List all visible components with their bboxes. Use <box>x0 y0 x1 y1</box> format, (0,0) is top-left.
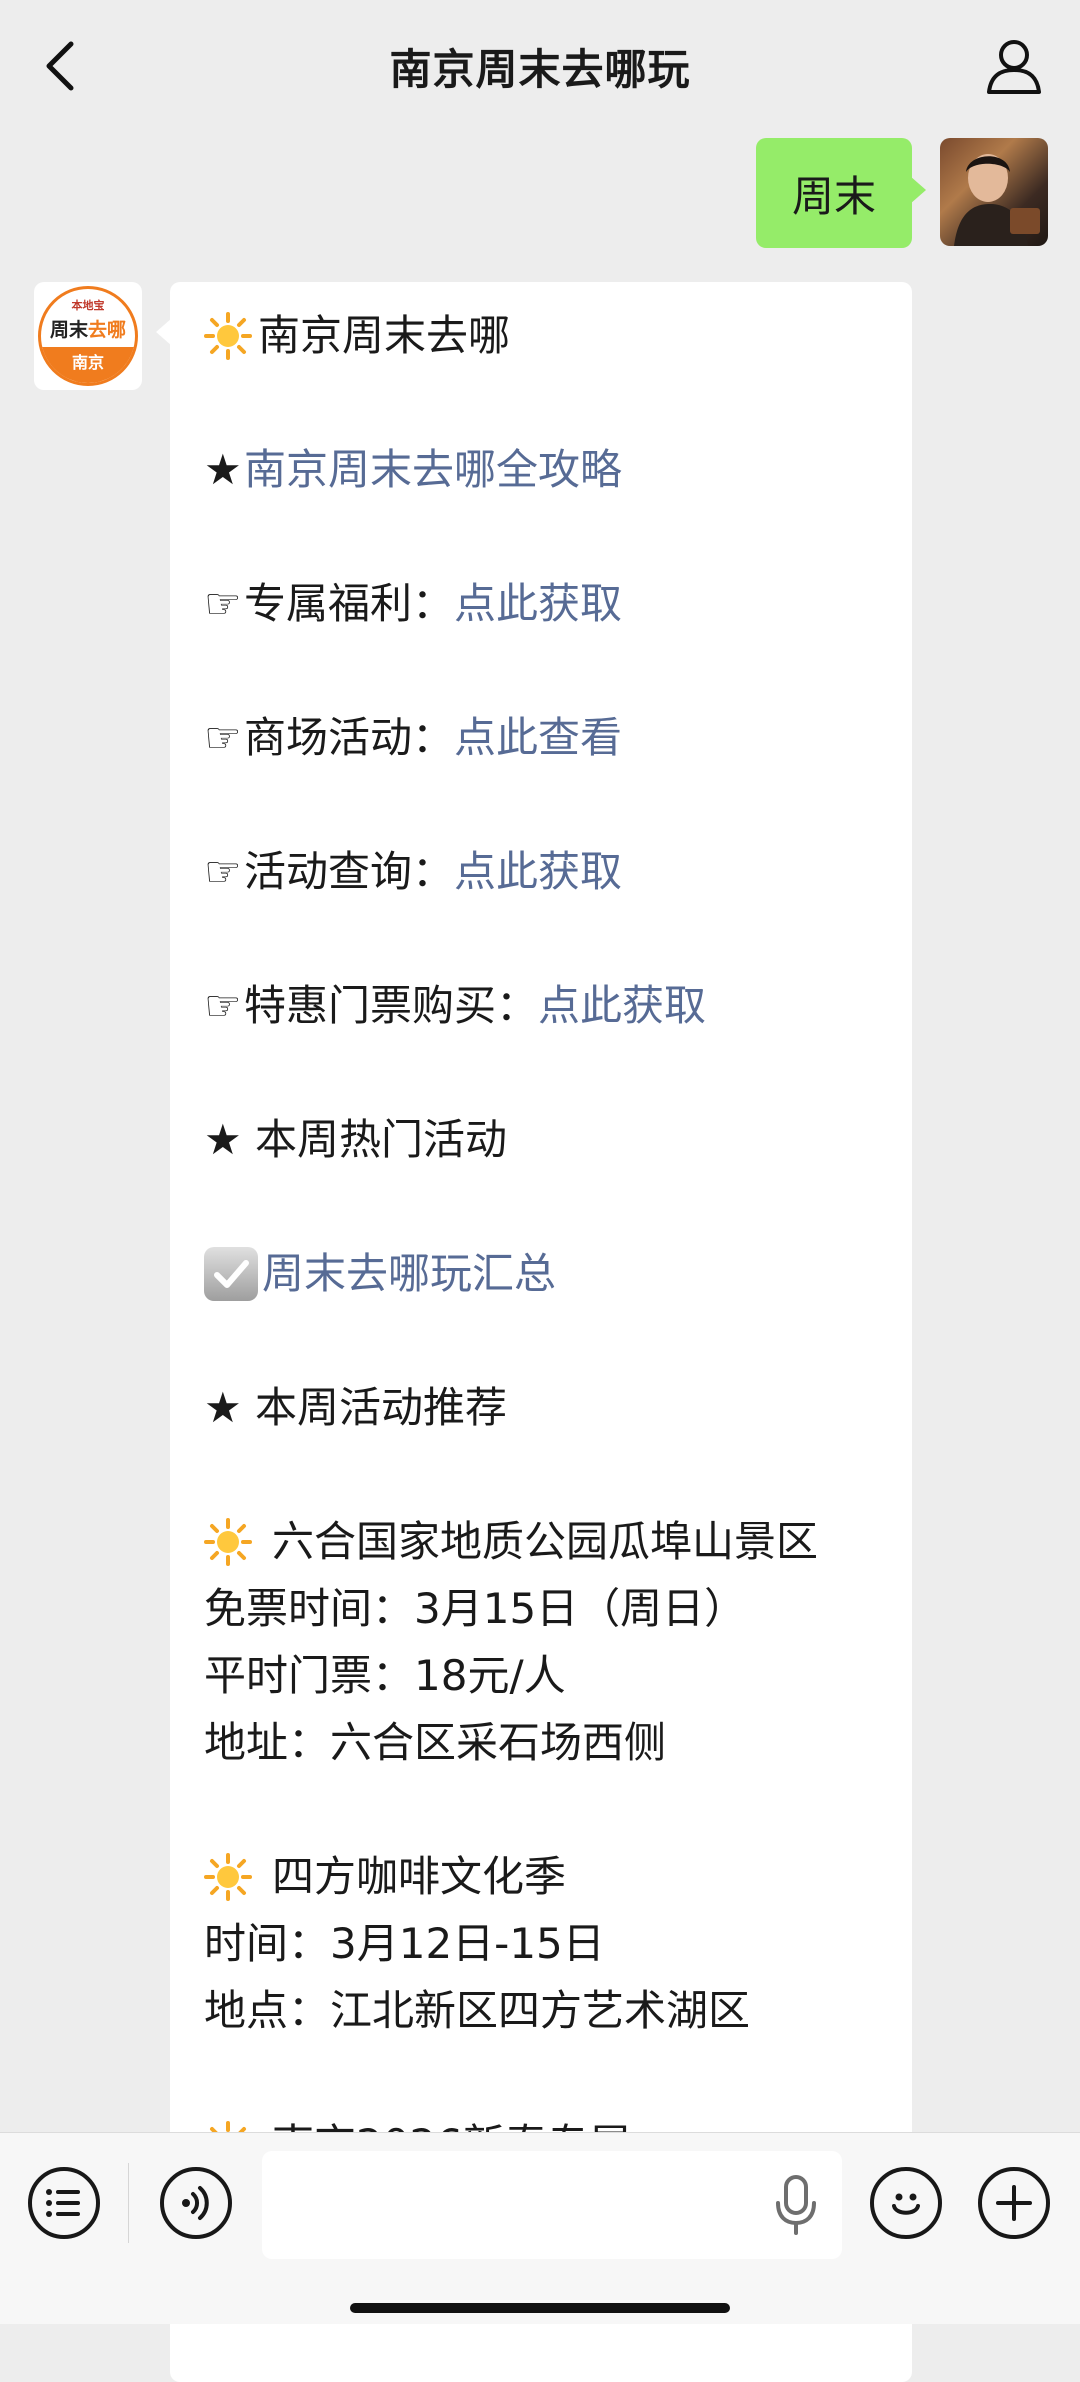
pointing-hand-icon: ☞ <box>204 579 242 628</box>
event1-title-line: 六合国家地质公园瓜埠山景区 <box>204 1512 818 1572</box>
welfare-line: ☞ 专属福利： 点此获取 <box>204 574 622 634</box>
event1-free-time: 免票时间：3月15日（周日） <box>204 1584 747 1633</box>
event1-title: 六合国家地质公园瓜埠山景区 <box>272 1517 819 1566</box>
check-box-icon <box>204 1247 258 1301</box>
voice-icon <box>182 2186 209 2220</box>
welfare-label: 专属福利： <box>244 579 455 628</box>
event2-time: 时间：3月12日-15日 <box>204 1919 605 1968</box>
voice-button[interactable] <box>160 2167 232 2239</box>
pointing-hand-icon: ☞ <box>204 847 242 896</box>
microphone-icon <box>776 2175 816 2235</box>
mall-line: ☞ 商场活动： 点此查看 <box>204 708 622 768</box>
message-title-line: 南京周末去哪 <box>204 306 510 366</box>
ticket-line: ☞ 特惠门票购买： 点此获取 <box>204 976 706 1036</box>
incoming-bubble: 南京周末去哪 ★ 南京周末去哪全攻略 ☞ 专属福利： 点此获取 ☞ 商场活动： … <box>156 282 912 2382</box>
event2-title: 四方咖啡文化季 <box>272 1852 567 1901</box>
guide-link[interactable]: 南京周末去哪全攻略 <box>244 440 622 500</box>
guide-line: ★ 南京周末去哪全攻略 <box>204 440 622 500</box>
summary-line: 周末去哪玩汇总 <box>204 1244 556 1304</box>
mall-label: 商场活动： <box>244 713 455 762</box>
microphone-button[interactable] <box>770 2173 822 2237</box>
chat-title: 南京周末去哪玩 <box>389 45 691 94</box>
chat-header: 南京周末去哪玩 <box>0 0 1080 132</box>
ticket-link[interactable]: 点此获取 <box>538 976 706 1036</box>
query-label: 活动查询： <box>244 847 455 896</box>
query-line: ☞ 活动查询： 点此获取 <box>204 842 622 902</box>
person-icon <box>987 40 1041 94</box>
home-indicator <box>350 2303 730 2313</box>
user-photo <box>954 154 1040 246</box>
plus-button[interactable] <box>978 2167 1050 2239</box>
hot-heading: ★ 本周热门活动 <box>204 1115 508 1164</box>
user-avatar[interactable] <box>940 138 1048 246</box>
bar-divider <box>128 2163 129 2243</box>
pointing-hand-icon: ☞ <box>204 981 242 1030</box>
event2-place: 地点：江北新区四方艺术湖区 <box>204 1986 751 2035</box>
official-account-avatar[interactable]: 本地宝 周末去哪 南京 <box>34 282 142 390</box>
outgoing-message-row: 周末 <box>755 138 1048 248</box>
event2-title-line: 四方咖啡文化季 <box>204 1847 566 1907</box>
input-bar <box>0 2132 1080 2324</box>
welfare-link[interactable]: 点此获取 <box>454 574 622 634</box>
message-title: 南京周末去哪 <box>258 311 511 360</box>
emoji-icon <box>892 2193 920 2215</box>
star-icon: ★ <box>204 445 242 494</box>
event1-address: 地址：六合区采石场西侧 <box>204 1718 667 1767</box>
plus-icon <box>996 2185 1032 2221</box>
recommend-heading: ★ 本周活动推荐 <box>204 1383 508 1432</box>
logo-bottom-text: 南京 <box>41 347 135 383</box>
list-icon <box>46 2189 80 2217</box>
summary-link[interactable]: 周末去哪玩汇总 <box>262 1244 556 1304</box>
event1-price: 平时门票：18元/人 <box>204 1651 566 1700</box>
menu-button[interactable] <box>28 2167 100 2239</box>
profile-button[interactable] <box>982 34 1046 98</box>
logo-main-b: 去哪 <box>88 319 127 341</box>
brand-logo: 本地宝 周末去哪 南京 <box>38 286 138 386</box>
sun-icon <box>204 312 252 360</box>
logo-top-text: 本地宝 <box>71 299 105 312</box>
pointing-hand-icon: ☞ <box>204 713 242 762</box>
logo-main-text: 周末去哪 <box>41 315 135 342</box>
emoji-button[interactable] <box>870 2167 942 2239</box>
logo-main-a: 周末 <box>49 319 88 341</box>
outgoing-bubble[interactable]: 周末 <box>755 138 927 248</box>
mall-link[interactable]: 点此查看 <box>454 708 622 768</box>
query-link[interactable]: 点此获取 <box>454 842 622 902</box>
sun-icon <box>204 1853 252 1901</box>
message-input[interactable] <box>262 2151 842 2259</box>
ticket-label: 特惠门票购买： <box>244 981 539 1030</box>
sun-icon <box>204 1518 252 1566</box>
